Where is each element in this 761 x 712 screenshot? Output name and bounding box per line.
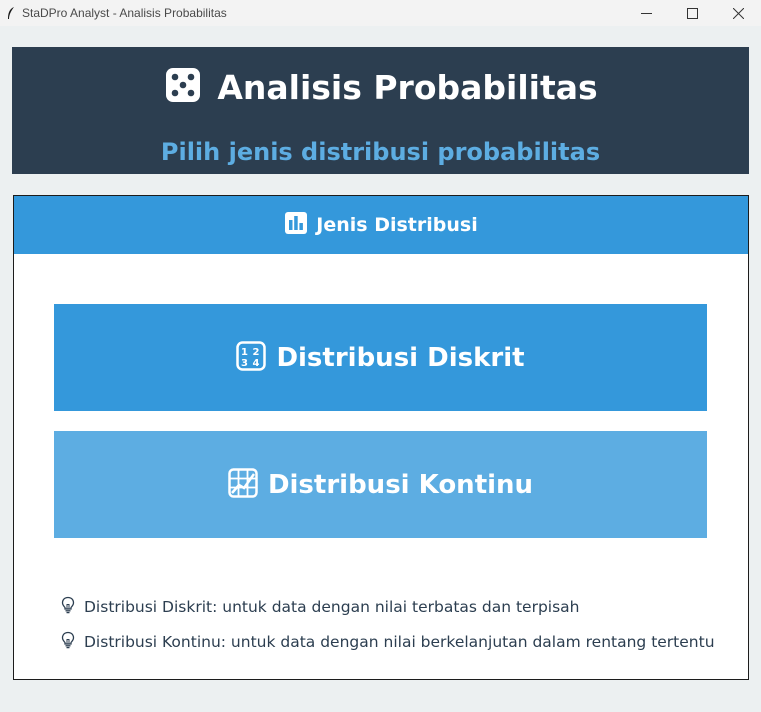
discrete-button-label: Distribusi Diskrit xyxy=(276,342,525,373)
info-discrete-text: Distribusi Diskrit: untuk data dengan ni… xyxy=(84,598,580,616)
page-subtitle: Pilih jenis distribusi probabilitas xyxy=(160,138,601,166)
info-continuous: Distribusi Kontinu: untuk data dengan ni… xyxy=(60,631,715,653)
maximize-button[interactable] xyxy=(669,0,715,26)
svg-text:1: 1 xyxy=(241,347,248,358)
svg-text:2: 2 xyxy=(253,347,260,358)
lightbulb-icon xyxy=(60,596,76,618)
window-controls xyxy=(623,0,761,26)
window-titlebar: StaDPro Analyst - Analisis Probabilitas xyxy=(0,0,761,26)
continuous-distribution-button[interactable]: Distribusi Kontinu xyxy=(54,431,707,538)
grid-chart-icon xyxy=(228,467,258,502)
info-discrete: Distribusi Diskrit: untuk data dengan ni… xyxy=(60,596,580,618)
header-title-row: Analisis Probabilitas xyxy=(12,65,749,109)
feather-icon xyxy=(0,0,22,26)
close-button[interactable] xyxy=(715,0,761,26)
minimize-button[interactable] xyxy=(623,0,669,26)
page-header: Analisis Probabilitas Pilih jenis distri… xyxy=(12,47,749,174)
panel-title: Jenis Distribusi xyxy=(316,214,478,236)
continuous-button-label: Distribusi Kontinu xyxy=(267,469,534,500)
page-title: Analisis Probabilitas xyxy=(217,67,598,107)
svg-text:3: 3 xyxy=(241,358,248,369)
dice-icon xyxy=(163,65,203,109)
numbers-icon: 1 2 3 4 xyxy=(236,340,267,375)
distribution-panel: Jenis Distribusi 1 2 3 4 Distribusi Disk… xyxy=(13,195,749,680)
lightbulb-icon xyxy=(60,631,76,653)
info-continuous-text: Distribusi Kontinu: untuk data dengan ni… xyxy=(84,633,715,651)
svg-text:4: 4 xyxy=(253,358,260,369)
bar-chart-icon xyxy=(284,211,308,239)
window-title: StaDPro Analyst - Analisis Probabilitas xyxy=(22,6,227,20)
discrete-distribution-button[interactable]: 1 2 3 4 Distribusi Diskrit xyxy=(54,304,707,411)
panel-header: Jenis Distribusi xyxy=(14,196,748,254)
